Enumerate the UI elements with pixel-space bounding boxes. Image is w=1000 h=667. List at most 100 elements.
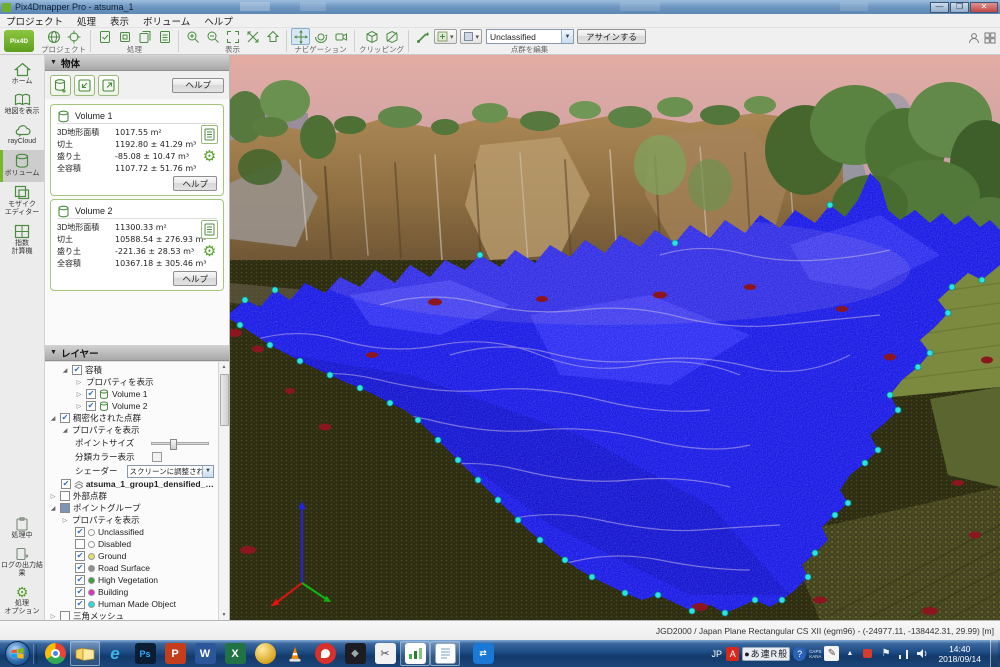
- layer-row-class-ground[interactable]: ✔ Ground: [45, 550, 217, 562]
- sidebar-item-map-view[interactable]: 地図を表示: [0, 90, 44, 120]
- volume-settings-gear-icon[interactable]: ⚙: [203, 149, 216, 164]
- checkbox[interactable]: ✔: [75, 599, 85, 609]
- layer-row-class-unclassified[interactable]: ✔ Unclassified: [45, 526, 217, 538]
- class-color-checkbox[interactable]: [151, 452, 162, 462]
- taskbar-internet-explorer[interactable]: ee: [100, 641, 130, 666]
- sidebar-item-log-output[interactable]: ログの出力結果: [0, 544, 44, 582]
- layer-row-point-groups[interactable]: ◢ ポイントグループ: [45, 502, 217, 514]
- sidebar-item-processing-status[interactable]: 処理中: [0, 514, 44, 544]
- import-volumes-button[interactable]: [74, 74, 95, 96]
- checkbox[interactable]: [60, 503, 70, 513]
- taskbar-app-red[interactable]: [310, 641, 340, 666]
- expander-icon[interactable]: ▷: [75, 391, 83, 398]
- taskbar-clock[interactable]: 14:40 2018/09/14: [932, 644, 987, 664]
- globe-icon[interactable]: [44, 28, 63, 45]
- checkbox[interactable]: ✔: [61, 479, 71, 489]
- layer-row-show-properties[interactable]: ▷ プロパティを表示: [45, 376, 217, 388]
- volume-card-1[interactable]: Volume 1 3D地形面積 1017.55 m² 切土 1192.80 ± 41…: [50, 104, 224, 196]
- slider-thumb[interactable]: [170, 438, 178, 450]
- first-person-tool-icon[interactable]: [331, 28, 350, 45]
- orbit-tool-icon[interactable]: [311, 28, 330, 45]
- checkbox[interactable]: [60, 491, 70, 501]
- tablet-settings-icon[interactable]: ✎: [824, 646, 840, 661]
- maximize-button[interactable]: ❐: [950, 1, 969, 13]
- taskbar-app-black[interactable]: ◆: [340, 641, 370, 666]
- copy-table-button[interactable]: [201, 220, 218, 239]
- adobe-tray-icon[interactable]: A: [726, 646, 740, 661]
- sidebar-item-mosaic-editor[interactable]: モザイク エディター: [0, 182, 44, 221]
- volume-help-button[interactable]: ヘルプ: [173, 271, 217, 286]
- layer-row-class-road[interactable]: ✔ Road Surface: [45, 562, 217, 574]
- sidebar-item-processing-options[interactable]: ⚙ 処理 オプション: [0, 582, 44, 620]
- volume-help-button[interactable]: ヘルプ: [173, 176, 217, 191]
- checkbox[interactable]: ✔: [72, 365, 82, 375]
- show-desktop-button[interactable]: [990, 640, 998, 667]
- expander-icon[interactable]: ▷: [49, 493, 57, 500]
- zoom-out-icon[interactable]: [203, 28, 222, 45]
- assign-button[interactable]: アサインする: [577, 29, 647, 44]
- point-size-slider[interactable]: [151, 438, 210, 450]
- layer-row-volume1[interactable]: ▷ ✔ Volume 1: [45, 388, 217, 400]
- expander-icon[interactable]: ▷: [61, 517, 69, 524]
- layer-row-class-vegetation[interactable]: ✔ High Vegetation: [45, 574, 217, 586]
- layer-row-shader[interactable]: シェーダースクリーンに調整された区画▼: [45, 464, 217, 478]
- ime-toolbar[interactable]: ●あ連R般: [742, 646, 791, 661]
- taskbar-file-explorer[interactable]: [70, 641, 100, 666]
- brush-icon[interactable]: [413, 28, 432, 45]
- checkbox[interactable]: ✔: [75, 575, 85, 585]
- action-center-flag-icon[interactable]: ⚑: [878, 646, 893, 661]
- layers-panel-header[interactable]: ▼ レイヤー: [45, 345, 229, 361]
- selection-shape-button[interactable]: ▾: [459, 29, 483, 44]
- user-icon[interactable]: [968, 32, 980, 44]
- zoom-in-icon[interactable]: [183, 28, 202, 45]
- taskbar-teamviewer[interactable]: ⇄: [468, 641, 498, 666]
- classification-combo[interactable]: Unclassified ▼: [486, 29, 575, 44]
- layer-row-class-color[interactable]: 分類カラー表示: [45, 450, 217, 464]
- scrollbar-thumb[interactable]: [219, 374, 229, 426]
- viewport-3d[interactable]: [230, 55, 1000, 620]
- new-volume-button[interactable]: [50, 74, 71, 96]
- taskbar-photoshop[interactable]: Ps: [130, 641, 160, 666]
- expander-icon[interactable]: ▷: [75, 379, 83, 386]
- objects-panel-header[interactable]: ▼ 物体: [45, 55, 229, 71]
- reset-view-icon[interactable]: [243, 28, 262, 45]
- start-button[interactable]: [5, 641, 30, 666]
- hidden-icons-arrow[interactable]: ▲: [842, 646, 857, 661]
- volume-card-2[interactable]: Volume 2 3D地形面積 11300.33 m² 切土 10588.54 ± …: [50, 199, 224, 291]
- clip-edit-icon[interactable]: [382, 28, 401, 45]
- minimize-button[interactable]: —: [930, 1, 949, 13]
- checkbox[interactable]: ✔: [75, 563, 85, 573]
- checkbox[interactable]: ✔: [86, 389, 96, 399]
- menu-help[interactable]: ヘルプ: [204, 14, 233, 28]
- volume-speaker-icon[interactable]: [914, 646, 929, 661]
- layer-row-point-cloud-file[interactable]: ✔atsuma_1_group1_densified_point…: [45, 478, 217, 490]
- expander-icon[interactable]: ◢: [61, 367, 69, 374]
- sidebar-item-index-calculator[interactable]: 指数 計算機: [0, 221, 44, 260]
- export-volumes-button[interactable]: [98, 74, 119, 96]
- doc-grid-icon[interactable]: [155, 28, 174, 45]
- taskbar-powerpoint[interactable]: P: [160, 641, 190, 666]
- tray-app-red-icon[interactable]: [860, 646, 875, 661]
- home-view-icon[interactable]: [263, 28, 282, 45]
- taskbar-vlc[interactable]: [280, 641, 310, 666]
- menu-volume[interactable]: ボリューム: [143, 14, 190, 28]
- pan-tool-icon[interactable]: [291, 28, 310, 45]
- layer-row-volumes[interactable]: ◢ ✔ 容積: [45, 364, 217, 376]
- taskbar-snipping-tool[interactable]: ✂: [370, 641, 400, 666]
- shader-combo[interactable]: スクリーンに調整された区画▼: [126, 464, 214, 478]
- scroll-up-icon[interactable]: ▲: [222, 362, 227, 372]
- layer-row-external-cloud[interactable]: ▷ 外部点群: [45, 490, 217, 502]
- expander-icon[interactable]: ◢: [49, 415, 57, 422]
- layout-grid-icon[interactable]: [984, 32, 996, 44]
- doc-check-icon[interactable]: [95, 28, 114, 45]
- layer-row-triangle-mesh[interactable]: ▷ 三角メッシュ: [45, 610, 217, 620]
- menu-view[interactable]: 表示: [110, 14, 129, 28]
- taskbar-notepad[interactable]: [430, 641, 460, 666]
- add-selection-button[interactable]: ▾: [434, 29, 457, 44]
- checkbox[interactable]: ✔: [60, 413, 70, 423]
- network-icon[interactable]: [896, 646, 911, 661]
- layer-row-point-size[interactable]: ポイントサイズ: [45, 436, 217, 450]
- checkbox[interactable]: ✔: [75, 527, 85, 537]
- doc-box-icon[interactable]: [115, 28, 134, 45]
- tree-scrollbar[interactable]: ▲ ▼: [218, 362, 229, 620]
